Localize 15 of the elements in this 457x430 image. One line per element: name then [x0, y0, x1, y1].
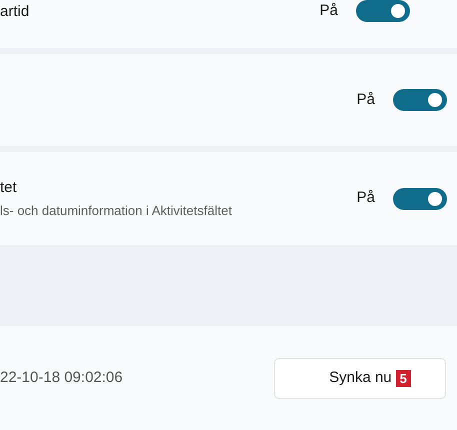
- toggle-state-label: På: [356, 188, 375, 208]
- setting-description: ls- och datuminformation i Aktivitetsfältet: [0, 202, 232, 220]
- setting-title: tet: [0, 178, 18, 198]
- toggle-switch[interactable]: [356, 0, 410, 22]
- toggle-state-label: På: [320, 1, 338, 21]
- toggle-knob: [391, 4, 405, 18]
- sync-now-button[interactable]: Synka nu 5: [274, 358, 446, 398]
- setting-title: artid: [0, 2, 30, 22]
- toggle-knob: [428, 93, 442, 107]
- toggle-knob: [428, 192, 442, 206]
- toggle-switch[interactable]: [393, 89, 447, 111]
- toggle-state-label: På: [356, 90, 375, 110]
- step-badge: 5: [396, 370, 411, 386]
- last-synced-time: 22-10-18 09:02:06: [0, 368, 123, 388]
- toggle-switch[interactable]: [393, 188, 447, 210]
